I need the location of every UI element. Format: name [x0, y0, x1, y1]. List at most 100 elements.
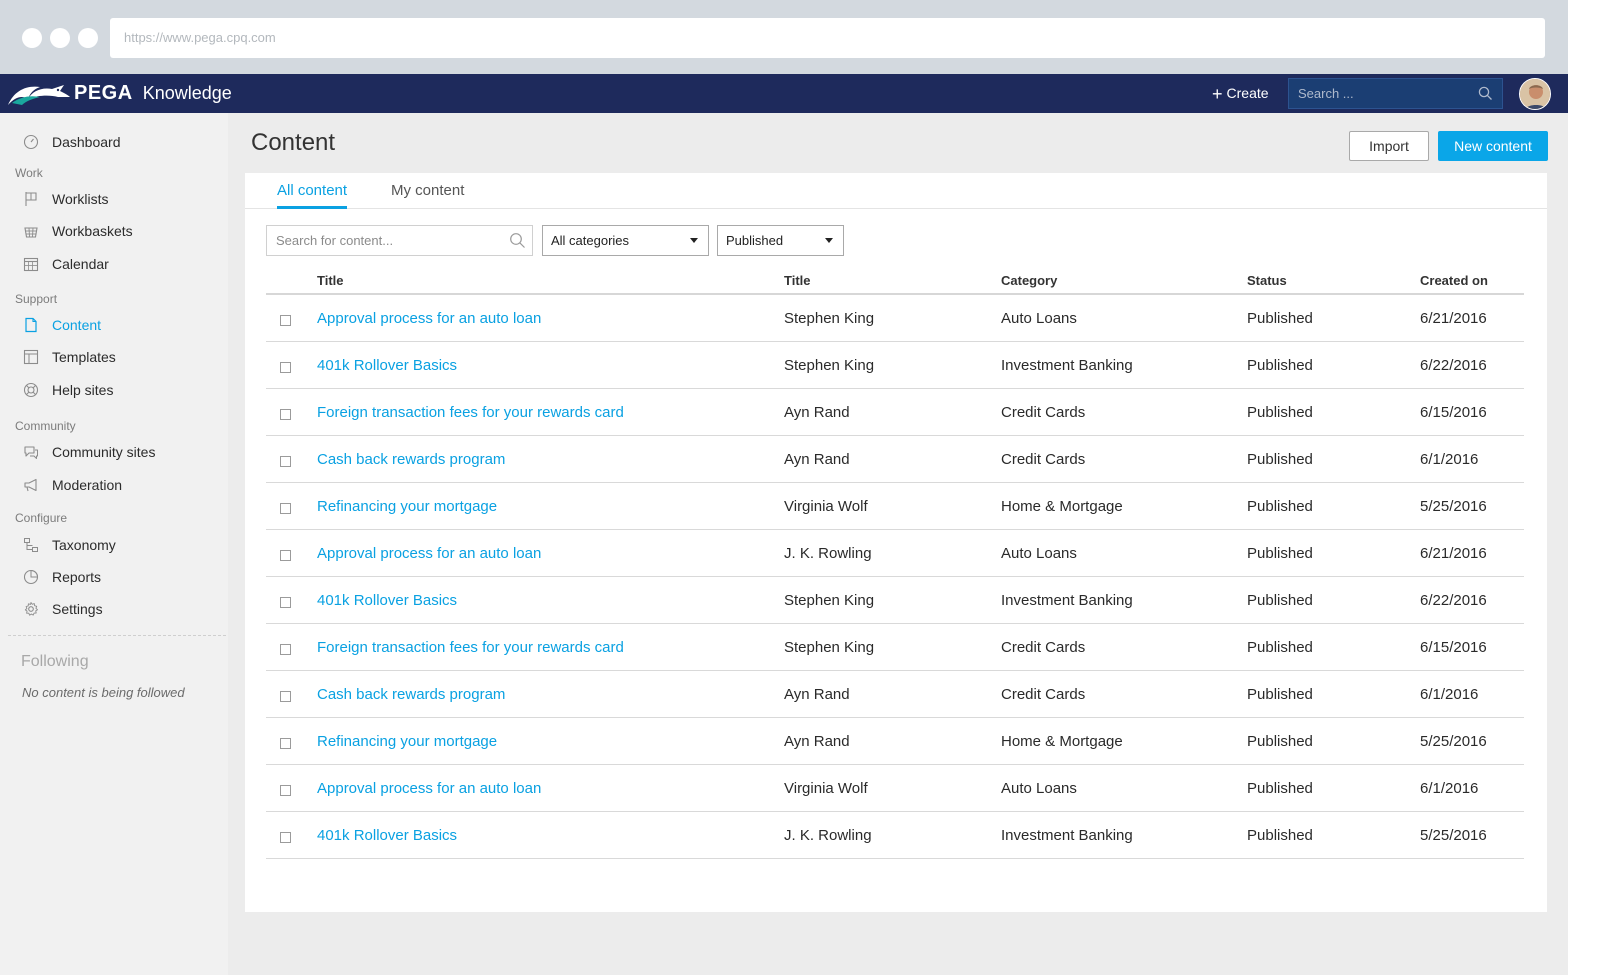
- dashboard-icon: [22, 133, 40, 151]
- author-cell: Ayn Rand: [784, 686, 850, 703]
- content-title-link[interactable]: Refinancing your mortgage: [317, 733, 497, 750]
- content-title-link[interactable]: 401k Rollover Basics: [317, 827, 457, 844]
- category-cell: Investment Banking: [1001, 592, 1133, 609]
- content-title-link[interactable]: Cash back rewards program: [317, 686, 505, 703]
- table-row[interactable]: 401k Rollover Basics Stephen King Investme…: [266, 342, 1524, 389]
- row-checkbox[interactable]: [280, 362, 291, 373]
- author-cell: J. K. Rowling: [784, 827, 872, 844]
- column-header-author[interactable]: Title: [784, 273, 811, 288]
- content-title-link[interactable]: Approval process for an auto loan: [317, 545, 541, 562]
- sidebar-item-community-sites[interactable]: Community sites: [22, 441, 155, 463]
- row-checkbox[interactable]: [280, 644, 291, 655]
- created-on-cell: 6/21/2016: [1420, 545, 1487, 562]
- category-cell: Credit Cards: [1001, 639, 1086, 656]
- row-checkbox[interactable]: [280, 785, 291, 796]
- sidebar-item-taxonomy[interactable]: Taxonomy: [22, 534, 116, 556]
- row-checkbox[interactable]: [280, 409, 291, 420]
- sidebar-item-reports[interactable]: Reports: [22, 566, 101, 588]
- content-title-link[interactable]: Refinancing your mortgage: [317, 498, 497, 515]
- author-cell: Stephen King: [784, 357, 875, 374]
- table-row[interactable]: Foreign transaction fees for your reward…: [266, 624, 1524, 671]
- content-title-link[interactable]: Approval process for an auto loan: [317, 780, 541, 797]
- content-title-link[interactable]: Approval process for an auto loan: [317, 310, 541, 327]
- address-bar[interactable]: https://www.pega.cpq.com: [110, 18, 1545, 58]
- row-checkbox[interactable]: [280, 315, 291, 326]
- content-panel: All content My content All categories Pu…: [245, 173, 1547, 912]
- sidebar-item-calendar[interactable]: Calendar: [22, 253, 109, 275]
- table-row[interactable]: Approval process for an auto loan Stephen…: [266, 295, 1524, 342]
- content-title-link[interactable]: Cash back rewards program: [317, 451, 505, 468]
- row-checkbox[interactable]: [280, 503, 291, 514]
- status-cell: Published: [1247, 780, 1313, 797]
- tab-my-content[interactable]: My content: [391, 182, 464, 209]
- content-title-link[interactable]: Foreign transaction fees for your reward…: [317, 639, 624, 656]
- status-cell: Published: [1247, 733, 1313, 750]
- sidebar-item-worklists[interactable]: Worklists: [22, 188, 109, 210]
- created-on-cell: 6/21/2016: [1420, 310, 1487, 327]
- tab-all-content[interactable]: All content: [277, 182, 348, 209]
- sidebar-item-label: Community sites: [52, 444, 156, 460]
- row-checkbox[interactable]: [280, 550, 291, 561]
- brand-logo[interactable]: PEGA Knowledge: [6, 79, 232, 107]
- created-on-cell: 6/1/2016: [1420, 780, 1479, 797]
- sidebar-item-dashboard[interactable]: Dashboard: [22, 131, 121, 153]
- row-checkbox[interactable]: [280, 738, 291, 749]
- sidebar-item-help-sites[interactable]: Help sites: [22, 379, 113, 401]
- author-cell: Stephen King: [784, 592, 875, 609]
- create-button[interactable]: + Create: [1212, 74, 1269, 113]
- row-checkbox[interactable]: [280, 691, 291, 702]
- global-search-input[interactable]: [1298, 86, 1473, 101]
- column-header-status[interactable]: Status: [1247, 273, 1287, 288]
- row-checkbox[interactable]: [280, 597, 291, 608]
- content-title-link[interactable]: Foreign transaction fees for your reward…: [317, 404, 624, 421]
- content-title-link[interactable]: 401k Rollover Basics: [317, 357, 457, 374]
- sidebar-item-settings[interactable]: Settings: [22, 598, 103, 620]
- content-title-link[interactable]: 401k Rollover Basics: [317, 592, 457, 609]
- sidebar-item-templates[interactable]: Templates: [22, 346, 116, 368]
- table-row[interactable]: Foreign transaction fees for your reward…: [266, 389, 1524, 436]
- column-header-category[interactable]: Category: [1001, 273, 1057, 288]
- author-cell: Virginia Wolf: [784, 780, 868, 797]
- status-cell: Published: [1247, 827, 1313, 844]
- search-icon[interactable]: [1478, 86, 1493, 101]
- main-area: Content Import New content All content M…: [228, 113, 1568, 975]
- table-row[interactable]: Approval process for an auto loan J. K. R…: [266, 530, 1524, 577]
- sidebar-item-content[interactable]: Content: [22, 314, 101, 336]
- row-checkbox[interactable]: [280, 456, 291, 467]
- content-search-input[interactable]: [276, 233, 501, 248]
- product-name: Knowledge: [142, 82, 232, 103]
- table-row[interactable]: Approval process for an auto loan Virgini…: [266, 765, 1524, 812]
- category-select[interactable]: All categories: [542, 225, 709, 256]
- chat-bubbles-icon: [22, 443, 40, 461]
- created-on-cell: 6/1/2016: [1420, 451, 1479, 468]
- category-cell: Investment Banking: [1001, 357, 1133, 374]
- window-close-dot[interactable]: [22, 28, 42, 48]
- table-row[interactable]: Refinancing your mortgage Ayn Rand Home & …: [266, 718, 1524, 765]
- row-checkbox[interactable]: [280, 832, 291, 843]
- table-row[interactable]: 401k Rollover Basics Stephen King Investme…: [266, 577, 1524, 624]
- status-select[interactable]: Published: [717, 225, 844, 256]
- category-cell: Credit Cards: [1001, 404, 1086, 421]
- window-maximize-dot[interactable]: [78, 28, 98, 48]
- window-controls: [22, 28, 98, 48]
- sidebar: Dashboard Work Worklists Workbaskets Cal…: [0, 113, 228, 975]
- created-on-cell: 5/25/2016: [1420, 827, 1487, 844]
- page-title: Content: [251, 129, 336, 156]
- sidebar-item-moderation[interactable]: Moderation: [22, 474, 122, 496]
- table-row[interactable]: 401k Rollover Basics J. K. Rowling Investm…: [266, 812, 1524, 859]
- table-row[interactable]: Refinancing your mortgage Virginia Wolf Ho…: [266, 483, 1524, 530]
- sidebar-item-workbaskets[interactable]: Workbaskets: [22, 220, 133, 242]
- table-row[interactable]: Cash back rewards program Ayn Rand Credit …: [266, 671, 1524, 718]
- column-header-created-on[interactable]: Created on: [1420, 273, 1488, 288]
- sidebar-item-label: Moderation: [52, 477, 123, 493]
- sidebar-item-label: Reports: [52, 569, 102, 585]
- created-on-cell: 6/1/2016: [1420, 686, 1479, 703]
- search-icon[interactable]: [509, 232, 526, 249]
- new-content-button[interactable]: New content: [1438, 131, 1548, 161]
- table-row[interactable]: Cash back rewards program Ayn Rand Credit …: [266, 436, 1524, 483]
- import-button[interactable]: Import: [1349, 131, 1429, 161]
- column-header-title[interactable]: Title: [317, 273, 344, 288]
- gear-icon: [22, 600, 40, 618]
- user-avatar[interactable]: [1519, 78, 1551, 110]
- window-minimize-dot[interactable]: [50, 28, 70, 48]
